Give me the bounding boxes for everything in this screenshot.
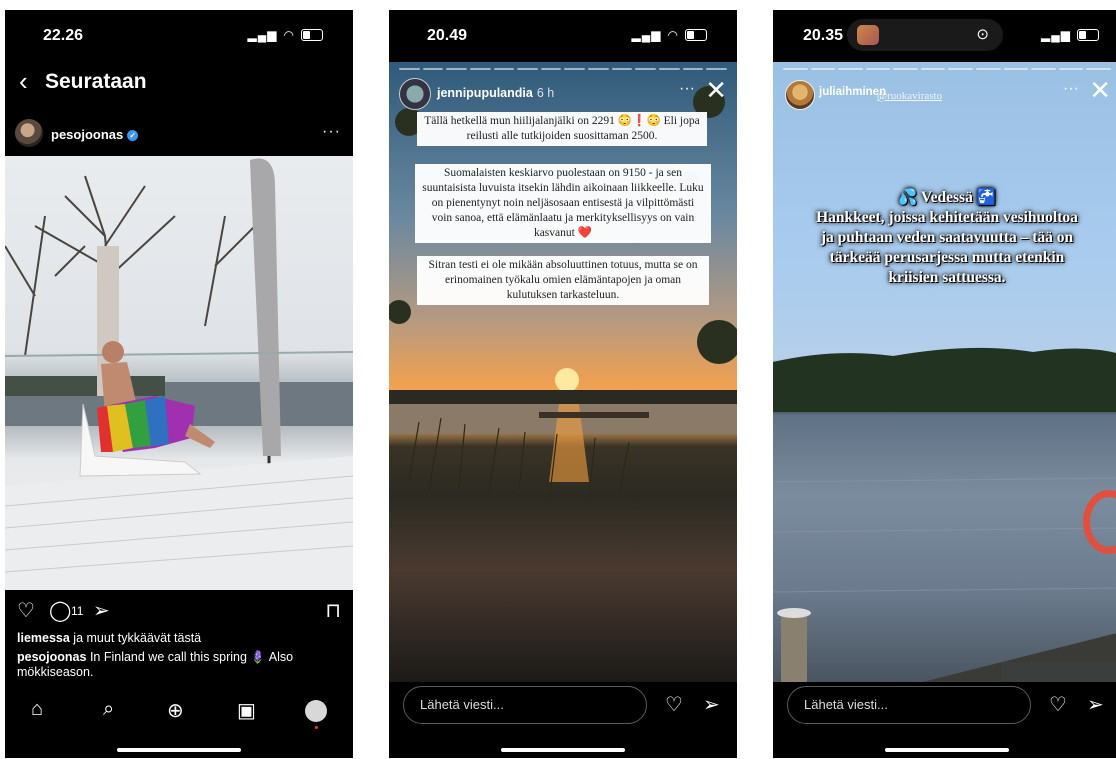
battery-icon: [685, 29, 707, 41]
page-title[interactable]: Seurataan: [45, 70, 147, 94]
reels-icon[interactable]: ▣: [237, 698, 256, 723]
home-indicator[interactable]: [885, 748, 1009, 752]
home-indicator[interactable]: [501, 748, 625, 752]
story-image[interactable]: juliaihminen @ruokavirasto ··· ✕ 💦 Vedes…: [773, 62, 1116, 682]
story-age: 6 h: [536, 86, 555, 100]
bottom-tab-bar: ⌂ ⌕ ⊕ ▣: [5, 692, 353, 732]
post-caption: pesojoonas In Finland we call this sprin…: [17, 650, 294, 679]
phone-story-screen-2: 20.35 ⊙ ▂▄▆ juliaihminen @ruokavirasto ·…: [773, 10, 1116, 758]
likes-line[interactable]: liemessa ja muut tykkäävät tästä: [17, 631, 201, 645]
comment-count: 11: [71, 604, 84, 618]
status-icons: ▂▄▆ ◠: [248, 28, 323, 42]
avatar[interactable]: [15, 119, 43, 147]
post-actions: ♡ ◯ 11 ➢ ⊓: [5, 598, 353, 628]
story-progress-bars: [783, 68, 1111, 70]
status-icons: ▂▄▆: [1041, 28, 1099, 42]
heart-icon[interactable]: ♡: [1049, 692, 1067, 717]
status-bar: 20.35 ⊙ ▂▄▆: [773, 10, 1116, 62]
status-bar: 20.49 ▂▄▆ ◠: [389, 10, 737, 62]
more-options-icon[interactable]: ···: [679, 80, 695, 98]
send-icon[interactable]: ➢: [1087, 692, 1104, 717]
signal-icon: ▂▄▆: [247, 28, 278, 42]
message-input[interactable]: Lähetä viesti...: [403, 686, 647, 724]
new-post-icon[interactable]: ⊕: [167, 698, 184, 723]
battery-icon: [301, 29, 323, 41]
dynamic-island[interactable]: ⊙: [847, 19, 1003, 51]
wifi-icon: ◠: [283, 28, 295, 42]
back-chevron-icon[interactable]: ‹: [19, 66, 28, 97]
phone-feed-screen: 22.26 ▂▄▆ ◠ ‹ Seurataan pesojoonas✓ ···: [5, 10, 353, 758]
avatar[interactable]: [399, 78, 431, 110]
more-options-icon[interactable]: ···: [1063, 80, 1079, 98]
notification-dot-icon: [315, 726, 318, 729]
lake-illustration: [773, 347, 1116, 682]
home-icon[interactable]: ⌂: [31, 698, 43, 721]
story-text: 💦 Vedessä 🚰 Hankkeet, joissa kehitetään …: [813, 188, 1081, 288]
message-input[interactable]: Lähetä viesti...: [787, 686, 1031, 724]
bookmark-icon[interactable]: ⊓: [325, 598, 341, 623]
wifi-icon: ◠: [667, 28, 679, 42]
search-icon[interactable]: ⌕: [103, 698, 114, 721]
heart-icon[interactable]: ♡: [17, 598, 35, 623]
avatar[interactable]: [785, 80, 815, 110]
story-text-block: Suomalaisten keskiarvo puolestaan on 915…: [415, 164, 711, 243]
story-body: Hankkeet, joissa kehitetään vesihuoltoa …: [816, 209, 1078, 286]
story-image[interactable]: jennipupulandia 6 h ··· ✕ Tällä hetkellä …: [389, 62, 737, 682]
mention-tag[interactable]: @ruokavirasto: [877, 90, 942, 102]
sunset-illustration: [389, 86, 737, 503]
status-time: 22.26: [43, 27, 84, 44]
close-icon[interactable]: ✕: [705, 75, 727, 106]
feed-header: ‹ Seurataan: [5, 62, 353, 102]
more-options-icon[interactable]: ···: [322, 123, 341, 141]
story-text-block: Sitran testi ei ole mikään absoluuttinen…: [417, 256, 709, 305]
battery-icon: [1077, 29, 1099, 41]
status-icons: ▂▄▆ ◠: [632, 28, 707, 42]
story-username[interactable]: jennipupulandia 6 h: [437, 86, 554, 100]
heart-icon[interactable]: ♡: [665, 692, 683, 717]
post-header: pesojoonas ✓ ···: [5, 115, 353, 153]
signal-icon: ▂▄▆: [1041, 28, 1071, 42]
story-progress-bars: [399, 68, 727, 70]
photo-illustration: [5, 158, 353, 590]
comment-icon[interactable]: ◯: [49, 598, 71, 623]
media-thumbnail: [857, 25, 879, 45]
post-photo[interactable]: [5, 156, 353, 590]
story-heading: 💦 Vedessä 🚰: [897, 189, 997, 206]
status-time: 20.35: [803, 27, 844, 44]
signal-icon: ▂▄▆: [631, 28, 662, 42]
profile-avatar-icon[interactable]: [305, 700, 327, 722]
home-indicator[interactable]: [117, 748, 241, 752]
share-icon[interactable]: ➢: [93, 598, 110, 623]
screen-record-icon: ⊙: [976, 26, 989, 43]
status-time: 20.49: [427, 27, 468, 44]
phone-story-screen-1: 20.49 ▂▄▆ ◠ jennipupulandia 6 h ··· ✕ Tä…: [389, 10, 737, 758]
story-text-block: Tällä hetkellä mun hiilijalanjälki on 22…: [417, 112, 707, 146]
verified-badge-icon: ✓: [127, 130, 139, 141]
status-bar: 22.26 ▂▄▆ ◠: [5, 10, 353, 62]
close-icon[interactable]: ✕: [1089, 75, 1111, 106]
send-icon[interactable]: ➢: [703, 692, 720, 717]
dock-post: [777, 608, 811, 682]
post-username[interactable]: pesojoonas ✓: [51, 127, 139, 142]
dock: [1001, 662, 1116, 682]
